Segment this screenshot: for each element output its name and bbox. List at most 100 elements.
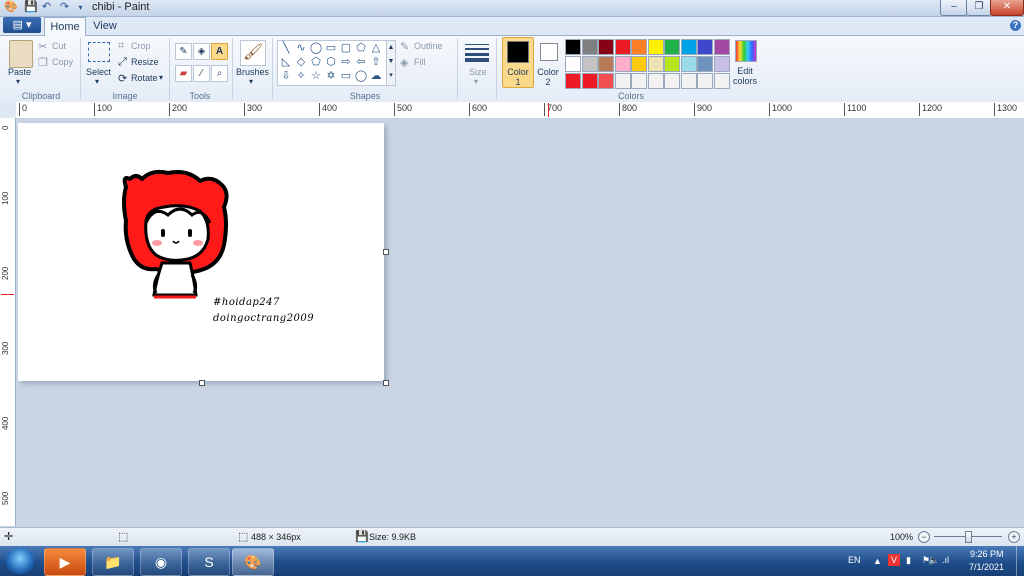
palette-swatch[interactable] — [598, 56, 614, 72]
palette-swatch[interactable] — [713, 39, 730, 55]
minimize-button[interactable]: – — [940, 0, 968, 16]
zoom-in-button[interactable]: + — [1008, 531, 1020, 543]
down-arrow-shape-icon[interactable]: ⇩ — [279, 69, 293, 83]
clock-date[interactable]: 7/1/2021 — [969, 562, 1004, 572]
curve-shape-icon[interactable]: ∿ — [294, 41, 308, 55]
pentagon-shape-icon[interactable]: ⬠ — [309, 55, 323, 69]
palette-swatch[interactable] — [664, 39, 680, 55]
resize-button[interactable]: Resize — [131, 57, 159, 67]
quick-access-dropdown-icon[interactable]: ▾ — [74, 1, 87, 14]
palette-swatch[interactable] — [581, 56, 598, 72]
palette-swatch[interactable] — [664, 73, 680, 89]
right-triangle-shape-icon[interactable]: ◺ — [279, 55, 293, 69]
palette-swatch[interactable] — [565, 73, 581, 89]
up-arrow-shape-icon[interactable]: ⇧ — [369, 55, 383, 69]
palette-swatch[interactable] — [713, 73, 730, 89]
tab-home[interactable]: Home — [44, 17, 86, 36]
tab-view[interactable]: View — [88, 17, 122, 35]
triangle-shape-icon[interactable]: △ — [369, 41, 383, 55]
battery-icon[interactable]: ▮ — [906, 555, 911, 566]
paint-taskbar-icon[interactable]: 🎨 — [232, 548, 274, 576]
palette-swatch[interactable] — [581, 39, 598, 55]
five-point-star-shape-icon[interactable]: ☆ — [309, 69, 323, 83]
palette-swatch[interactable] — [647, 56, 664, 72]
palette-swatch[interactable] — [631, 39, 647, 55]
paste-button[interactable]: Paste — [8, 67, 31, 77]
palette-swatch[interactable] — [565, 56, 581, 72]
language-indicator[interactable]: EN — [848, 555, 861, 565]
size-dropdown-icon[interactable]: ▾ — [474, 77, 478, 86]
palette-swatch[interactable] — [614, 73, 631, 89]
outline-button[interactable]: Outline — [414, 41, 443, 51]
palette-swatch[interactable] — [697, 56, 713, 72]
clock-time[interactable]: 9:26 PM — [970, 549, 1004, 559]
file-menu-button[interactable]: ▤ ▾ — [3, 17, 41, 33]
text-tool-icon[interactable]: A — [211, 43, 228, 60]
start-button[interactable] — [6, 548, 34, 574]
brushes-dropdown-icon[interactable]: ▾ — [249, 77, 253, 86]
paste-icon[interactable] — [9, 40, 33, 68]
palette-swatch[interactable] — [614, 56, 631, 72]
palette-swatch[interactable] — [565, 39, 581, 55]
maximize-button[interactable]: ❐ — [966, 0, 992, 16]
save-icon[interactable]: 💾 — [24, 1, 38, 14]
crop-button[interactable]: Crop — [131, 41, 151, 51]
oval-callout-shape-icon[interactable]: ◯ — [354, 69, 368, 83]
left-arrow-shape-icon[interactable]: ⇦ — [354, 55, 368, 69]
right-arrow-shape-icon[interactable]: ⇨ — [339, 55, 353, 69]
rotate-button[interactable]: Rotate — [131, 73, 158, 83]
drawing-canvas[interactable] — [18, 123, 384, 381]
resize-handle-corner[interactable] — [383, 380, 389, 386]
palette-swatch[interactable] — [598, 73, 614, 89]
magnifier-icon[interactable]: ⌕ — [211, 65, 228, 82]
palette-swatch[interactable] — [647, 73, 664, 89]
media-player-icon[interactable]: ▶ — [44, 548, 86, 576]
palette-swatch[interactable] — [697, 73, 713, 89]
undo-icon[interactable]: ↶ — [40, 1, 53, 14]
color-picker-icon[interactable]: ⁄ — [193, 65, 210, 82]
chrome-icon[interactable]: ◉ — [140, 548, 182, 576]
rounded-rectangle-shape-icon[interactable]: ▢ — [339, 41, 353, 55]
size-button[interactable]: Size — [469, 67, 487, 77]
network-signal-icon[interactable]: .ıl — [942, 555, 949, 565]
close-button[interactable]: ✕ — [990, 0, 1024, 16]
resize-handle-right[interactable] — [383, 249, 389, 255]
cloud-callout-shape-icon[interactable]: ☁ — [369, 69, 383, 83]
rectangle-shape-icon[interactable]: ▭ — [324, 41, 338, 55]
eraser-icon[interactable]: ▰ — [175, 65, 192, 82]
paint-app-icon[interactable]: 🎨 — [4, 1, 18, 14]
shapes-scroll-icon[interactable]: ▲ ▼ ▾ — [386, 40, 396, 86]
resize-handle-bottom[interactable] — [199, 380, 205, 386]
cut-button[interactable]: Cut — [52, 41, 66, 51]
line-shape-icon[interactable]: ╲ — [279, 41, 293, 55]
help-icon[interactable]: ? — [1010, 20, 1021, 31]
fill-button[interactable]: Fill — [414, 57, 426, 67]
select-button[interactable]: Select — [86, 67, 111, 77]
rounded-callout-shape-icon[interactable]: ▭ — [339, 69, 353, 83]
polygon-shape-icon[interactable]: ⬠ — [354, 41, 368, 55]
oval-shape-icon[interactable]: ◯ — [309, 41, 323, 55]
show-desktop-button[interactable] — [1016, 546, 1024, 576]
zoom-slider-thumb[interactable] — [965, 531, 972, 543]
brushes-button[interactable]: Brushes — [236, 67, 269, 77]
palette-swatch[interactable] — [631, 73, 647, 89]
skype-icon[interactable]: S — [188, 548, 230, 576]
paste-dropdown-icon[interactable]: ▾ — [16, 77, 20, 86]
palette-swatch[interactable] — [680, 56, 697, 72]
brush-icon[interactable]: 🖌 — [240, 40, 266, 66]
select-icon[interactable] — [88, 42, 110, 62]
six-point-star-shape-icon[interactable]: ✡ — [324, 69, 338, 83]
select-dropdown-icon[interactable]: ▾ — [95, 77, 99, 86]
copy-button[interactable]: Copy — [52, 57, 73, 67]
volume-icon[interactable]: 🔈 — [928, 555, 939, 566]
palette-swatch[interactable] — [581, 73, 598, 89]
antivirus-tray-icon[interactable]: V — [888, 554, 900, 566]
show-hidden-icons-icon[interactable]: ▲ — [873, 556, 882, 566]
palette-swatch[interactable] — [664, 56, 680, 72]
palette-swatch[interactable] — [598, 39, 614, 55]
file-explorer-icon[interactable]: 📁 — [92, 548, 134, 576]
palette-swatch[interactable] — [614, 39, 631, 55]
redo-icon[interactable]: ↷ — [58, 1, 71, 14]
zoom-out-button[interactable]: − — [918, 531, 930, 543]
fill-bucket-icon[interactable]: ◈ — [193, 43, 210, 60]
